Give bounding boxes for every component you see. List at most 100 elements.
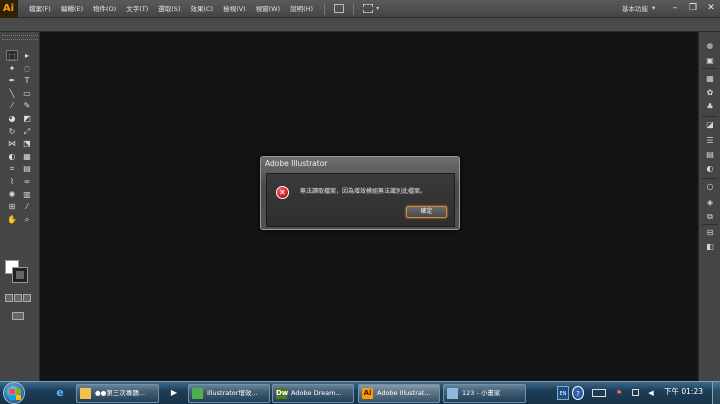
menu-item[interactable]: 視窗(W) (251, 0, 286, 18)
selection-tool-icon[interactable]: ⬚ (6, 50, 18, 61)
stroke-icon[interactable]: ☰ (704, 136, 716, 146)
windows-logo-icon (10, 389, 21, 400)
dialog-body: ✕ 無法讀取檔案，因為增效模組無法識別此檔案。 確定 (266, 173, 455, 227)
screen: Ai 檔案(F) 編輯(E) 物件(O) 文字(T) 選取(S) 效果(C) 檢視(V) 視窗… (0, 0, 720, 404)
eraser-tool-icon[interactable]: ◩ (21, 113, 33, 124)
taskbar-button[interactable]: Dw Adobe Dream... (272, 384, 354, 403)
menu-item[interactable]: 文字(T) (121, 0, 153, 18)
panel-grip[interactable] (2, 35, 38, 40)
symbol-sprayer-tool-icon[interactable]: ✺ (6, 189, 18, 200)
symbols-icon[interactable]: ♣ (704, 102, 716, 112)
screen-mode-button[interactable] (12, 312, 24, 320)
gradient-tool-icon[interactable]: ▤ (21, 163, 33, 174)
blob-brush-tool-icon[interactable]: ◕ (6, 113, 18, 124)
rectangle-tool-icon[interactable]: ▭ (21, 88, 33, 99)
color-panel-icon[interactable]: ❁ (704, 42, 716, 52)
scale-tool-icon[interactable]: ⤢ (21, 126, 33, 137)
pen-tool-icon[interactable]: ✒ (6, 75, 18, 86)
close-button[interactable]: ✕ (706, 2, 716, 14)
free-transform-tool-icon[interactable]: ⬔ (21, 138, 33, 149)
menu-item[interactable]: 檔案(F) (24, 0, 56, 18)
slice-tool-icon[interactable]: ⁄ (21, 201, 33, 212)
shape-builder-tool-icon[interactable]: ◐ (6, 151, 18, 162)
workspace-switcher[interactable]: 基本功能 ▾ (622, 3, 655, 13)
menu-item[interactable]: 說明(H) (285, 0, 318, 18)
keyboard-icon[interactable] (588, 386, 610, 400)
action-center-flag-icon[interactable]: ⚑ (614, 386, 624, 400)
artboards-icon[interactable]: ⧉ (704, 212, 716, 222)
gradient-icon[interactable]: ▤ (704, 150, 716, 160)
panel-separator (702, 116, 718, 117)
show-desktop-button[interactable] (712, 382, 720, 404)
brushes-icon[interactable]: ✿ (704, 88, 716, 98)
chevron-down-icon[interactable]: ▾ (376, 5, 379, 12)
magic-wand-tool-icon[interactable]: ✦ (6, 63, 18, 74)
menu-item[interactable]: 檢視(V) (218, 0, 251, 18)
taskbar-button-label: 123 - 小畫家 (462, 389, 501, 397)
type-tool-icon[interactable]: T (21, 75, 33, 86)
menu-item[interactable]: 物件(O) (88, 0, 121, 18)
taskbar-button[interactable]: Ai Adobe Illustrat... (358, 384, 440, 403)
zoom-tool-icon[interactable]: ⌕ (21, 214, 33, 225)
network-icon[interactable] (630, 386, 640, 400)
appearance-icon[interactable]: ○ (704, 182, 716, 192)
direct-selection-tool-icon[interactable]: ▸ (21, 50, 33, 61)
panel-dock: ❁ ▣ ▦ ✿ ♣ ◪ ☰ ▤ ◐ ○ ◈ ⧉ ⊟ ◧ (698, 32, 720, 381)
workspace-label: 基本功能 (622, 5, 648, 13)
width-tool-icon[interactable]: ⋈ (6, 138, 18, 149)
eyedropper-tool-icon[interactable]: ⌇ (6, 176, 18, 187)
none-mode-box[interactable] (23, 294, 31, 302)
start-button[interactable] (3, 382, 25, 404)
rotate-tool-icon[interactable]: ↻ (6, 126, 18, 137)
chevron-down-icon: ▾ (652, 4, 656, 12)
taskbar-button[interactable]: Illustrator增效... (188, 384, 270, 403)
gradient-mode-box[interactable] (14, 294, 22, 302)
paint-icon (447, 388, 458, 399)
help-icon[interactable]: ? (572, 386, 584, 400)
go-to-bridge-icon[interactable] (334, 4, 345, 13)
stroke-swatch[interactable] (12, 267, 28, 283)
lasso-tool-icon[interactable]: ◌ (21, 63, 33, 74)
pathfinder-icon[interactable]: ◧ (704, 242, 716, 252)
panel-separator (702, 68, 718, 69)
transparency-icon[interactable]: ◐ (704, 164, 716, 174)
minimize-button[interactable]: – (670, 2, 680, 14)
perspective-grid-tool-icon[interactable]: ▦ (21, 151, 33, 162)
speaker-icon[interactable]: ◀ (646, 386, 656, 400)
column-graph-tool-icon[interactable]: ▥ (21, 189, 33, 200)
graphic-styles-icon[interactable]: ◪ (704, 120, 716, 130)
internet-explorer-icon[interactable]: e (52, 385, 68, 401)
taskbar-button[interactable]: 123 - 小畫家 (443, 384, 526, 403)
error-dialog: Adobe Illustrator ✕ 無法讀取檔案，因為增效模組無法識別此檔案… (260, 156, 460, 230)
menu-bar: Ai 檔案(F) 編輯(E) 物件(O) 文字(T) 選取(S) 效果(C) 檢視(V) 視窗… (0, 0, 720, 18)
folder-icon (80, 388, 91, 399)
clock[interactable]: 下午 01:23 (664, 386, 703, 397)
menu-item[interactable]: 編輯(E) (56, 0, 88, 18)
layers-icon[interactable]: ◈ (704, 198, 716, 208)
swatches-icon[interactable]: ▦ (704, 74, 716, 84)
paintbrush-tool-icon[interactable]: ⁄ (6, 100, 18, 111)
taskbar-button-label: Adobe Illustrat... (377, 389, 431, 397)
hand-tool-icon[interactable]: ✋ (6, 214, 18, 225)
color-mode-box[interactable] (5, 294, 13, 302)
pencil-tool-icon[interactable]: ✎ (21, 100, 33, 111)
menu-item[interactable]: 效果(C) (185, 0, 218, 18)
arrange-documents-icon[interactable] (363, 4, 374, 13)
language-bar-icon[interactable]: EN (557, 386, 569, 400)
taskbar-button-label: Illustrator增效... (207, 389, 258, 397)
chrome-icon (192, 388, 203, 399)
restore-button[interactable]: ❐ (688, 2, 698, 14)
color-guide-icon[interactable]: ▣ (704, 56, 716, 66)
menu-item[interactable]: 選取(S) (153, 0, 185, 18)
ok-button[interactable]: 確定 (406, 206, 447, 218)
taskbar-button-label: ●●第三次專題... (95, 389, 146, 397)
line-tool-icon[interactable]: ╲ (6, 88, 18, 99)
media-player-icon[interactable]: ▶ (166, 385, 182, 401)
dreamweaver-icon: Dw (276, 388, 289, 399)
error-message: 無法讀取檔案，因為增效模組無法識別此檔案。 (300, 188, 427, 195)
mesh-tool-icon[interactable]: ⌗ (6, 163, 18, 174)
artboard-tool-icon[interactable]: ⊞ (6, 201, 18, 212)
taskbar-button[interactable]: ●●第三次專題... (76, 384, 159, 403)
align-icon[interactable]: ⊟ (704, 228, 716, 238)
blend-tool-icon[interactable]: ∞ (21, 176, 33, 187)
